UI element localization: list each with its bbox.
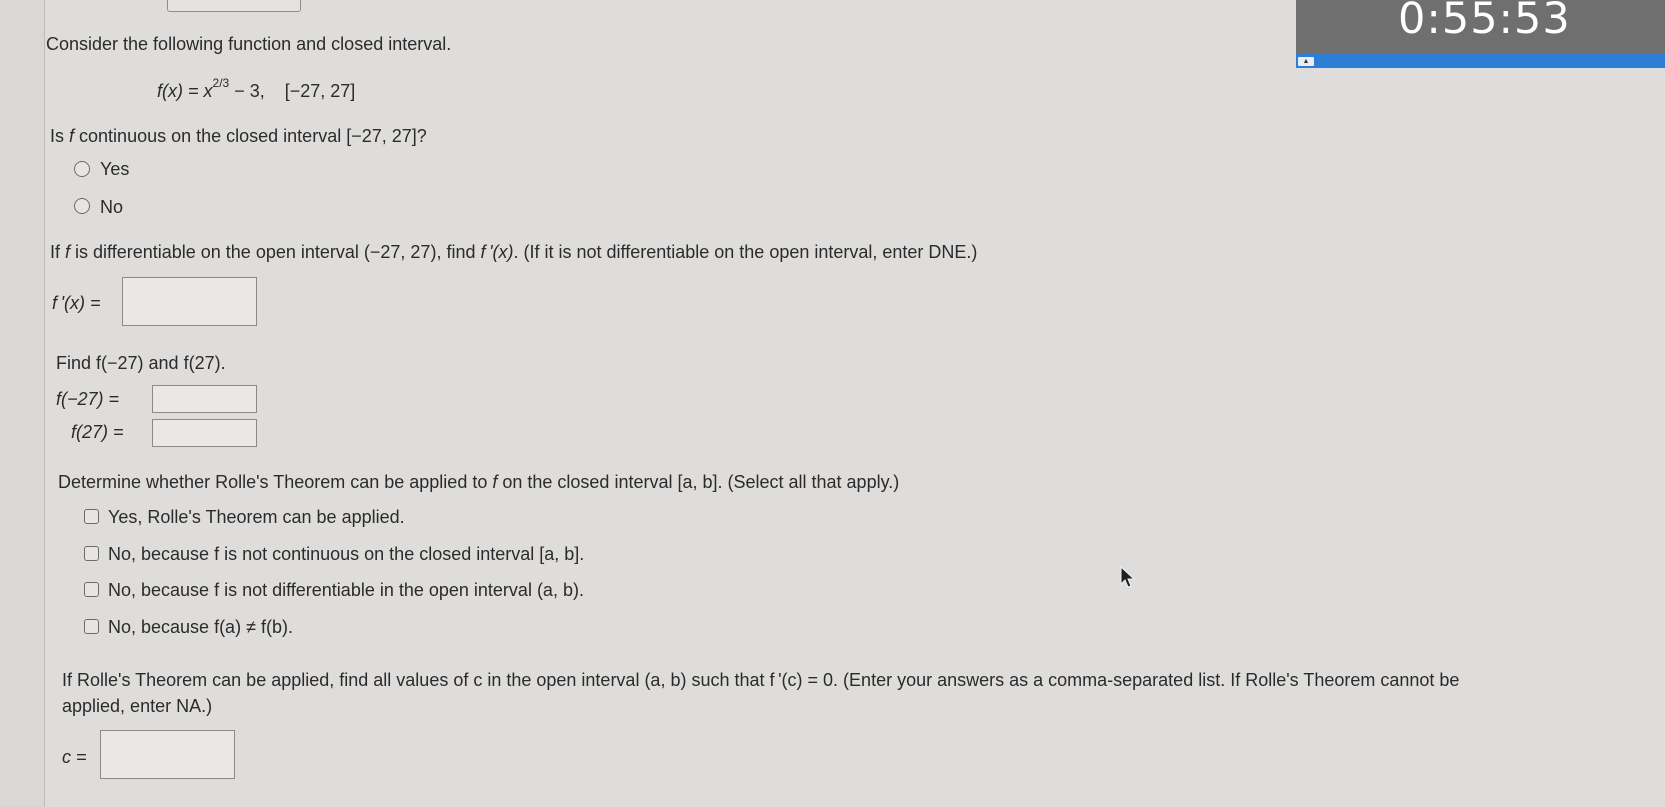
- q5-prompt-line1: If Rolle's Theorem can be applied, find …: [62, 670, 1460, 690]
- function-definition: f(x) = x2/3 − 3, [−27, 27]: [157, 76, 356, 102]
- q2-prompt: If f is differentiable on the open inter…: [50, 242, 978, 262]
- radio-no[interactable]: [74, 198, 90, 214]
- function-rhs: − 3,: [229, 81, 265, 101]
- checkbox-rolle-applies[interactable]: [84, 509, 99, 524]
- f-27-label: f(27) =: [71, 422, 124, 442]
- checkbox-not-differentiable-label: No, because f is not differentiable in t…: [108, 580, 584, 600]
- f-27-input[interactable]: [152, 419, 257, 447]
- checkbox-fa-neq-fb-label: No, because f(a) ≠ f(b).: [108, 617, 293, 637]
- radio-no-label: No: [100, 197, 124, 217]
- checkbox-not-differentiable[interactable]: [84, 582, 99, 597]
- q5-prompt-line2: applied, enter NA.): [62, 696, 213, 716]
- radio-yes-label: Yes: [100, 159, 130, 179]
- checkbox-fa-neq-fb[interactable]: [84, 619, 99, 634]
- checkbox-not-continuous[interactable]: [84, 546, 99, 561]
- radio-yes[interactable]: [74, 161, 90, 177]
- c-input[interactable]: [100, 730, 235, 779]
- checkbox-rolle-applies-label: Yes, Rolle's Theorem can be applied.: [108, 507, 405, 527]
- c-label: c =: [62, 747, 87, 767]
- f-neg27-label: f(−27) =: [56, 389, 120, 409]
- intro-text: Consider the following function and clos…: [46, 34, 452, 54]
- function-interval: [−27, 27]: [284, 81, 356, 101]
- f-neg27-input[interactable]: [152, 385, 257, 413]
- timer-display: 0:55:53: [1398, 0, 1571, 44]
- top-tab[interactable]: [167, 0, 301, 12]
- function-lhs: f(x) = x: [157, 81, 213, 101]
- mouse-cursor-icon: [1120, 566, 1136, 588]
- q3-prompt: Find f(−27) and f(27).: [56, 353, 226, 373]
- function-exponent: 2/3: [212, 76, 230, 90]
- checkbox-not-continuous-label: No, because f is not continuous on the c…: [108, 544, 585, 564]
- q1-prompt: Is f continuous on the closed interval […: [50, 126, 427, 146]
- derivative-input[interactable]: [122, 277, 257, 326]
- derivative-label: f '(x) =: [52, 293, 101, 313]
- timer-toggle-icon[interactable]: ▲: [1298, 57, 1314, 66]
- timer-bar: [1296, 54, 1665, 68]
- q4-prompt: Determine whether Rolle's Theorem can be…: [58, 472, 900, 492]
